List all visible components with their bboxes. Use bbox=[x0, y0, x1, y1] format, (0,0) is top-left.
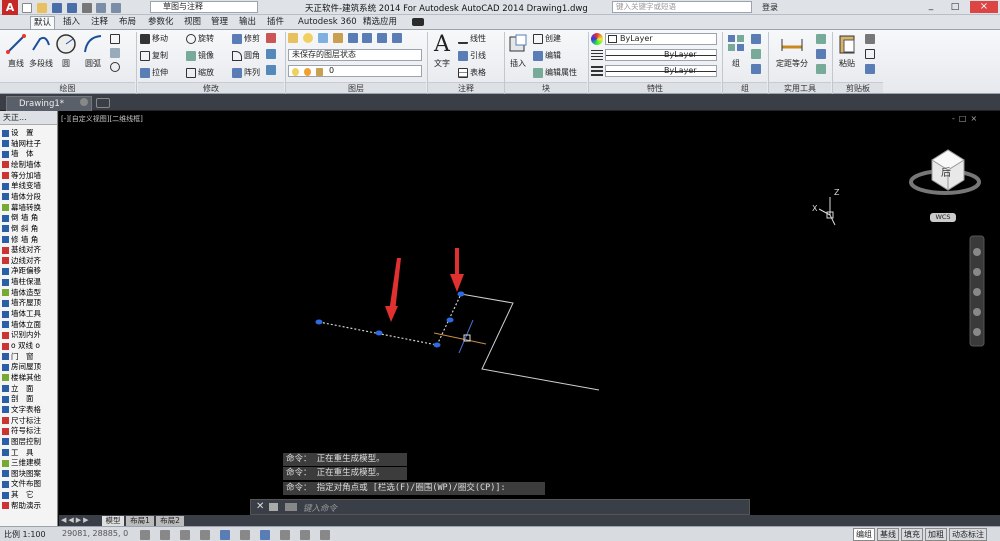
tab-layout2[interactable]: 布局2 bbox=[156, 516, 184, 526]
bold-toggle[interactable]: 加粗 bbox=[925, 528, 947, 541]
otrack-icon[interactable] bbox=[260, 530, 270, 540]
command-line: ✕ 键入命令 bbox=[250, 499, 750, 515]
osnap-icon[interactable] bbox=[220, 530, 230, 540]
dyn-icon[interactable] bbox=[300, 530, 310, 540]
baseline-toggle[interactable]: 基线 bbox=[877, 528, 899, 541]
ucs-x-label: X bbox=[812, 204, 818, 213]
ucs-z-label: Z bbox=[834, 188, 840, 197]
command-recent-icon[interactable] bbox=[285, 503, 297, 511]
snap-icon[interactable] bbox=[140, 530, 150, 540]
drawing-overlay bbox=[315, 149, 985, 391]
crosshair-cursor bbox=[433, 319, 487, 354]
red-annotation-arrows bbox=[385, 248, 464, 322]
status-bar: 比例 1:100 29081, 28885, 0 编组 基线 填充 加粗 动态标… bbox=[0, 526, 1000, 541]
tz-status-buttons: 编组 基线 填充 加粗 动态标注 bbox=[853, 528, 987, 541]
tab-layout1[interactable]: 布局1 bbox=[126, 516, 154, 526]
group-toggle[interactable]: 编组 bbox=[853, 528, 875, 541]
wcs-menu[interactable]: WCS bbox=[930, 213, 956, 222]
drafting-toggles[interactable] bbox=[140, 530, 840, 540]
command-history-2: 命令： 正在重生成模型。 bbox=[283, 467, 407, 480]
command-close-icon[interactable]: ✕ bbox=[256, 501, 264, 512]
polar-icon[interactable] bbox=[200, 530, 210, 540]
command-history-3: 命令： 指定对角点或 [栏选(F)/圈围(WP)/圈交(CP)]: bbox=[283, 482, 545, 495]
coordinates-display: 29081, 28885, 0 bbox=[62, 529, 129, 538]
dyndim-toggle[interactable]: 动态标注 bbox=[949, 528, 987, 541]
wall-lines[interactable] bbox=[318, 293, 600, 391]
lineweight-toggle-icon[interactable] bbox=[320, 530, 330, 540]
ortho-icon[interactable] bbox=[180, 530, 190, 540]
ucs-icon bbox=[818, 197, 836, 226]
layout-nav-arrows[interactable]: ◀◀▶▶ bbox=[61, 516, 91, 524]
tab-model[interactable]: 模型 bbox=[102, 516, 124, 526]
grid-icon[interactable] bbox=[160, 530, 170, 540]
fill-toggle[interactable]: 填充 bbox=[901, 528, 923, 541]
command-input[interactable]: 键入命令 bbox=[303, 502, 337, 514]
navigation-bar[interactable] bbox=[969, 235, 985, 347]
command-history-1: 命令： 正在重生成模型。 bbox=[283, 453, 407, 466]
selection-grips[interactable] bbox=[315, 291, 465, 348]
ducs-icon[interactable] bbox=[280, 530, 290, 540]
command-customize-icon[interactable] bbox=[269, 503, 278, 511]
3dosnap-icon[interactable] bbox=[240, 530, 250, 540]
scale-indicator[interactable]: 比例 1:100 bbox=[4, 529, 46, 540]
viewcube-face-label[interactable]: 后 bbox=[941, 164, 951, 179]
